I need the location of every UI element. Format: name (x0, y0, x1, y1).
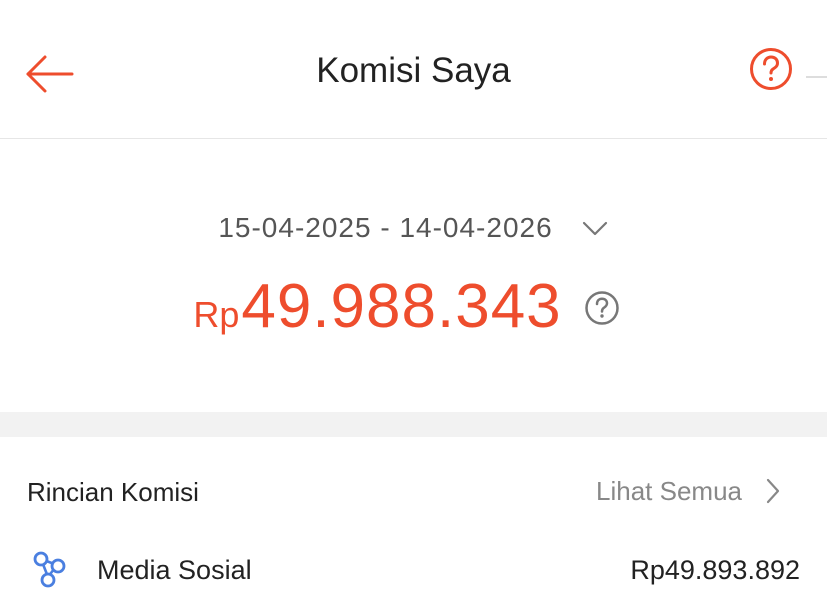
list-item-value: Rp49.893.892 (630, 555, 800, 585)
page-title: Komisi Saya (316, 51, 511, 90)
section-divider (0, 412, 827, 437)
see-all-label: Lihat Semua (596, 475, 742, 506)
help-button[interactable] (748, 46, 794, 92)
chevron-down-icon (582, 221, 607, 236)
commission-details: Rincian Komisi Lihat Semua Media Sosial … (0, 437, 827, 602)
list-item-label: Media Sosial (97, 555, 252, 585)
question-circle-icon[interactable] (584, 290, 620, 326)
list-item-media-sosial[interactable]: Media Sosial Rp49.893.892 (0, 547, 827, 595)
commission-summary: 15-04-2025 - 14-04-2026 Rp 49.988.343 (0, 140, 827, 412)
commission-amount: 49.988.343 (241, 272, 562, 341)
section-title: Rincian Komisi (27, 477, 199, 507)
question-circle-icon (750, 48, 792, 90)
date-range-selector[interactable]: 15-04-2025 - 14-04-2026 (0, 208, 827, 248)
top-bar: Komisi Saya (0, 0, 827, 139)
see-all-link[interactable]: Lihat Semua (596, 475, 782, 507)
header-edge-line (806, 76, 827, 78)
share-nodes-icon (33, 551, 66, 588)
total-commission: Rp 49.988.343 (0, 272, 827, 342)
currency-label: Rp (193, 294, 240, 335)
date-range-text: 15-04-2025 - 14-04-2026 (218, 212, 553, 243)
chevron-right-icon (766, 478, 780, 504)
